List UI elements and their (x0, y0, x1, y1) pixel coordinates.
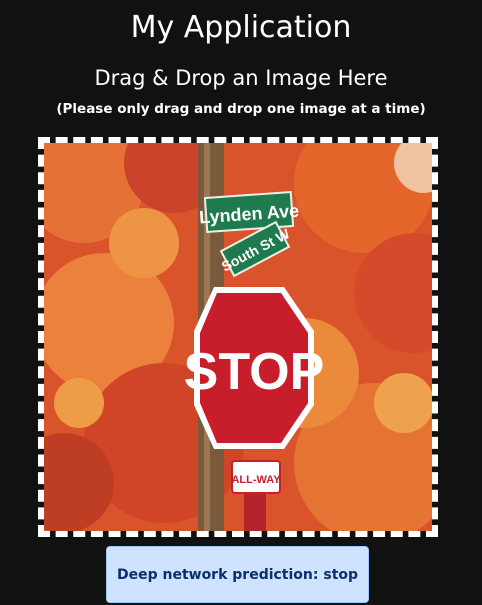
stop-sign-text: STOP (184, 343, 325, 401)
dropzone-heading: Drag & Drop an Image Here (94, 66, 388, 90)
dropzone-hint: (Please only drag and drop one image at … (56, 101, 426, 117)
dropped-image: Lynden Ave South St W STOP ALL-WAY (44, 143, 432, 531)
image-dropzone[interactable]: Lynden Ave South St W STOP ALL-WAY (38, 137, 438, 537)
page-title: My Application (130, 10, 352, 45)
all-way-plate: ALL-WAY (231, 460, 281, 494)
all-way-text: ALL-WAY (231, 474, 281, 486)
prediction-result[interactable]: Deep network prediction: stop (106, 546, 369, 603)
